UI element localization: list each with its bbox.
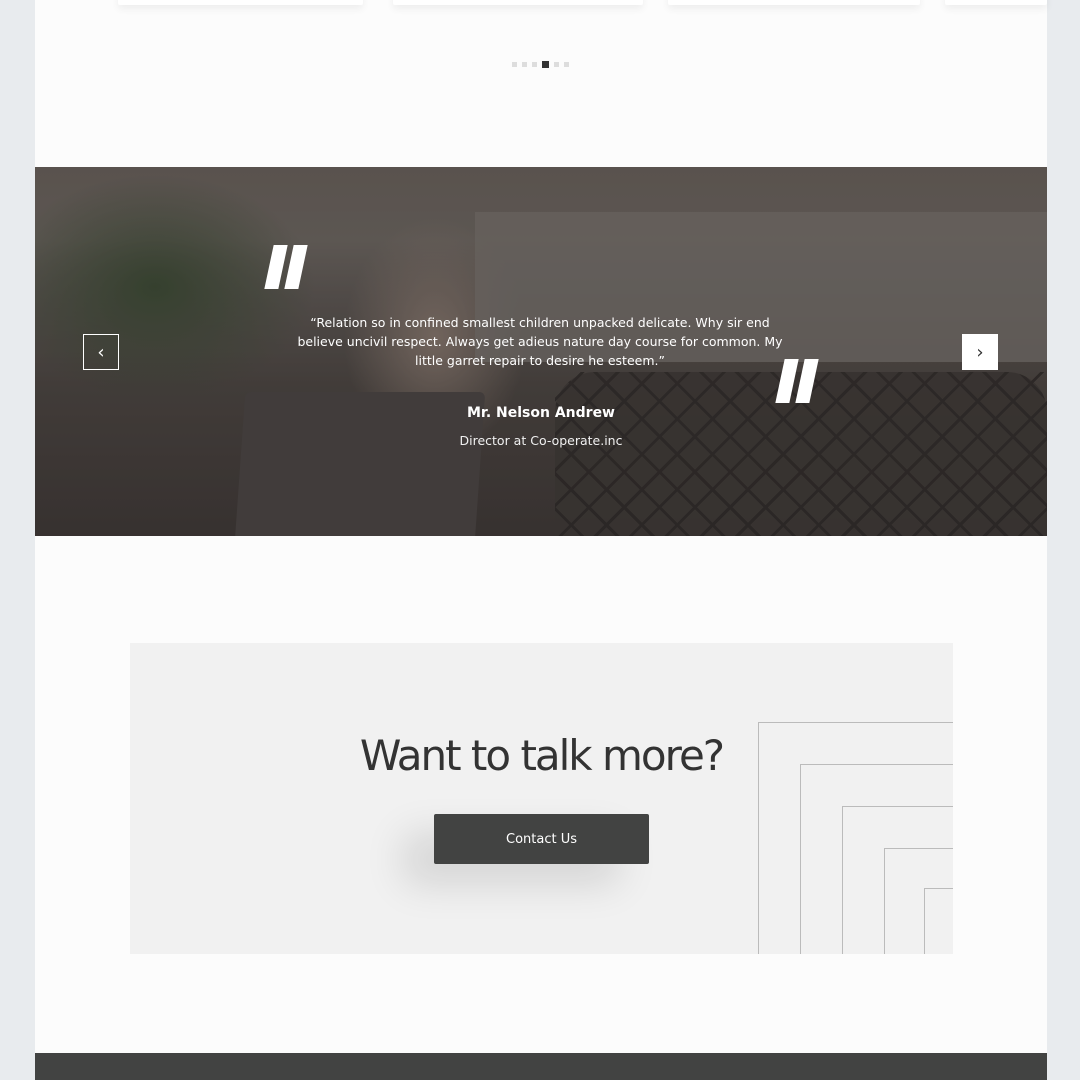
carousel-dot[interactable] xyxy=(554,62,559,67)
next-button[interactable]: › xyxy=(962,334,998,370)
open-quote-icon xyxy=(264,245,308,289)
testimonial-role: Director at Co-operate.inc xyxy=(459,433,623,448)
carousel-dot[interactable] xyxy=(512,62,517,67)
carousel-dots xyxy=(512,61,569,68)
testimonial-section: “Relation so in confined smallest childr… xyxy=(35,167,1047,536)
cta-section: Want to talk more? Contact Us xyxy=(130,643,953,954)
contact-us-button[interactable]: Contact Us xyxy=(434,814,649,864)
footer xyxy=(35,1053,1047,1080)
cta-heading: Want to talk more? xyxy=(359,731,725,780)
chevron-right-icon: › xyxy=(976,341,984,363)
carousel-dot[interactable] xyxy=(532,62,537,67)
carousel-dot[interactable] xyxy=(522,62,527,67)
prev-button[interactable]: ‹ xyxy=(83,334,119,370)
carousel-dot-active[interactable] xyxy=(542,61,549,68)
testimonial-quote: “Relation so in confined smallest childr… xyxy=(297,315,783,368)
page: “Relation so in confined smallest childr… xyxy=(35,0,1047,1080)
decorative-frame xyxy=(924,888,953,954)
chevron-left-icon: ‹ xyxy=(97,341,105,363)
card[interactable] xyxy=(668,0,920,5)
card[interactable] xyxy=(118,0,363,5)
card[interactable] xyxy=(945,0,1047,5)
carousel-dot[interactable] xyxy=(564,62,569,67)
testimonial-name: Mr. Nelson Andrew xyxy=(467,405,615,421)
card[interactable] xyxy=(393,0,643,5)
